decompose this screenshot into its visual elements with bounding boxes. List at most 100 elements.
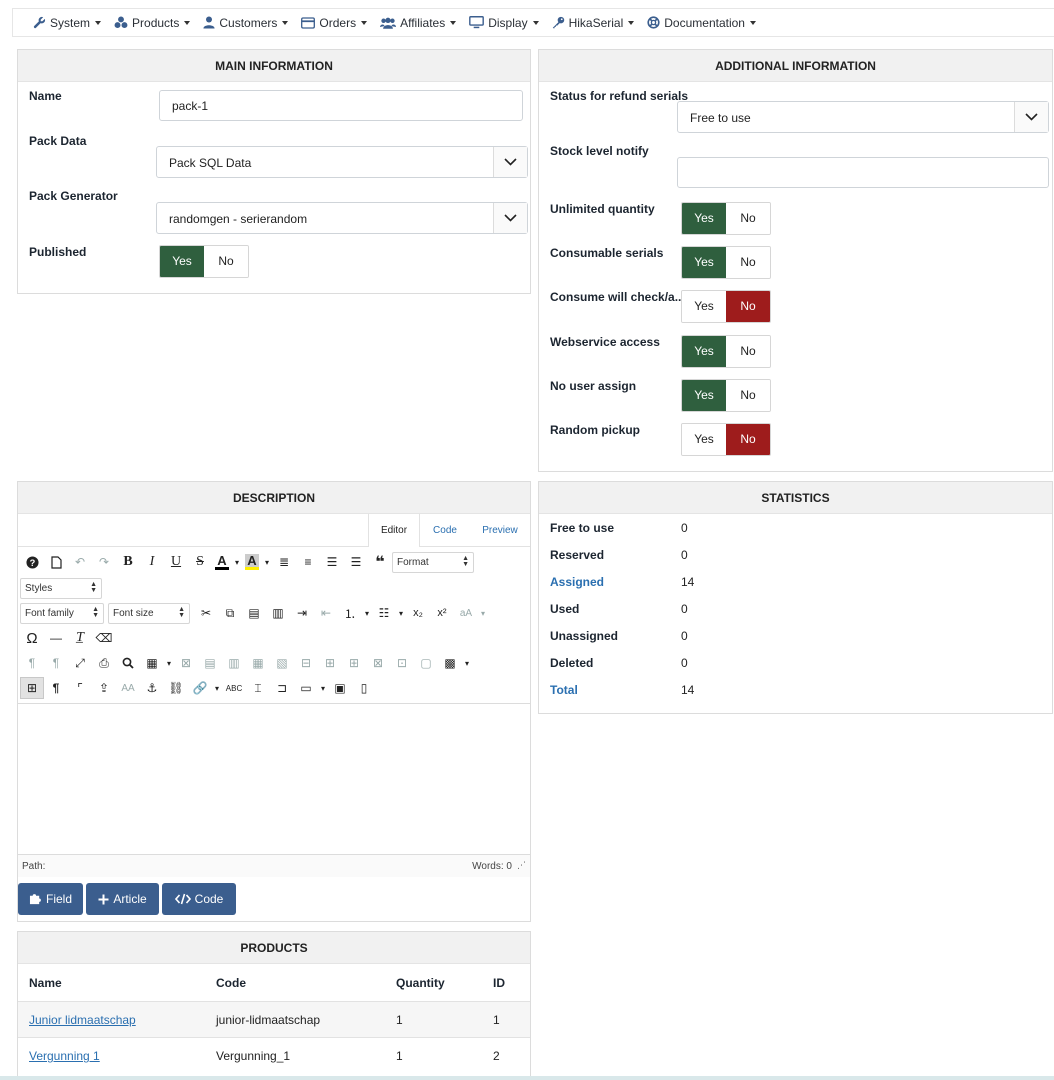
- new-document-icon[interactable]: [44, 551, 68, 573]
- caret-down-icon[interactable]: ▾: [262, 551, 272, 573]
- visual-aid-icon[interactable]: ⊞: [20, 677, 44, 699]
- underline-icon[interactable]: U: [164, 551, 188, 573]
- styles-select[interactable]: Styles ▲ ▼: [20, 577, 102, 599]
- table-delete-row-icon[interactable]: ⊠: [366, 652, 390, 674]
- no-user-assign-toggle[interactable]: Yes No: [681, 379, 771, 412]
- align-center-icon[interactable]: ≡: [296, 551, 320, 573]
- consumable-serials-yes[interactable]: Yes: [682, 247, 726, 278]
- paste-icon[interactable]: ▤: [242, 602, 266, 624]
- caret-down-icon[interactable]: ▾: [478, 602, 488, 624]
- table-split-icon[interactable]: ▧: [270, 652, 294, 674]
- rtl-icon[interactable]: ¶: [44, 652, 68, 674]
- stat-total-link[interactable]: Total: [550, 683, 578, 697]
- clear-formatting-icon[interactable]: T̲: [68, 627, 92, 649]
- superscript-icon[interactable]: x²: [430, 602, 454, 624]
- caret-down-icon[interactable]: ▾: [396, 602, 406, 624]
- consume-check-no[interactable]: No: [726, 291, 770, 322]
- show-blocks-icon[interactable]: ¶: [44, 677, 68, 699]
- indent-icon[interactable]: ⇥: [290, 602, 314, 624]
- unlimited-quantity-no[interactable]: No: [726, 203, 770, 234]
- template-icon[interactable]: ▩: [438, 652, 462, 674]
- font-scale-icon[interactable]: aA: [454, 602, 478, 624]
- tab-code[interactable]: Code: [422, 514, 468, 547]
- pack-data-select[interactable]: Pack SQL Data: [156, 146, 528, 178]
- caret-down-icon[interactable]: ▾: [318, 677, 328, 699]
- refund-status-select[interactable]: Free to use: [677, 101, 1049, 133]
- nav-orders[interactable]: Orders: [301, 16, 368, 30]
- pack-generator-select[interactable]: randomgen - serierandom: [156, 202, 528, 234]
- outdent-icon[interactable]: ⇤: [314, 602, 338, 624]
- webservice-access-toggle[interactable]: Yes No: [681, 335, 771, 368]
- resize-handle-icon[interactable]: ⋰: [517, 860, 526, 871]
- nav-hikaserial[interactable]: HikaSerial: [552, 16, 635, 30]
- consume-check-toggle[interactable]: Yes No: [681, 290, 771, 323]
- nav-affiliates[interactable]: Affiliates: [380, 16, 457, 30]
- bold-icon[interactable]: B: [116, 551, 140, 573]
- ltr-icon[interactable]: ¶: [20, 652, 44, 674]
- random-pickup-no[interactable]: No: [726, 424, 770, 455]
- nav-documentation[interactable]: Documentation: [647, 16, 756, 30]
- unlimited-quantity-toggle[interactable]: Yes No: [681, 202, 771, 235]
- upload-icon[interactable]: ⇪: [92, 677, 116, 699]
- omega-icon[interactable]: Ω: [20, 627, 44, 649]
- strikethrough-icon[interactable]: S: [188, 551, 212, 573]
- caret-down-icon[interactable]: ▾: [164, 652, 174, 674]
- pagebreak-icon[interactable]: ⊐: [270, 677, 294, 699]
- fullscreen-icon[interactable]: ⤢: [68, 652, 92, 674]
- unlimited-quantity-yes[interactable]: Yes: [682, 203, 726, 234]
- numbered-list-icon[interactable]: ⒈: [338, 602, 362, 624]
- webservice-access-yes[interactable]: Yes: [682, 336, 726, 367]
- caret-down-icon[interactable]: ▾: [462, 652, 472, 674]
- stock-level-input[interactable]: [677, 157, 1049, 188]
- consumable-serials-toggle[interactable]: Yes No: [681, 246, 771, 279]
- stat-assigned-link[interactable]: Assigned: [550, 575, 604, 589]
- tab-preview[interactable]: Preview: [474, 514, 526, 547]
- nav-display[interactable]: Display: [469, 16, 539, 30]
- anchor-icon[interactable]: ⚓: [140, 677, 164, 699]
- bullet-list-icon[interactable]: ☷: [372, 602, 396, 624]
- undo-icon[interactable]: ↶: [68, 551, 92, 573]
- horizontal-rule-icon[interactable]: —: [44, 627, 68, 649]
- table-delete-col-icon[interactable]: ⊡: [390, 652, 414, 674]
- image-icon[interactable]: ▣: [328, 677, 352, 699]
- random-pickup-toggle[interactable]: Yes No: [681, 423, 771, 456]
- insert-article-button[interactable]: Article: [86, 883, 159, 915]
- table-row-props-icon[interactable]: ▤: [198, 652, 222, 674]
- link-icon[interactable]: 🔗: [188, 677, 212, 699]
- table-icon[interactable]: ▦: [140, 652, 164, 674]
- caret-down-icon[interactable]: ▾: [232, 551, 242, 573]
- table-props-icon[interactable]: ▢: [414, 652, 438, 674]
- nav-system[interactable]: System: [33, 16, 102, 30]
- spellcheck-icon[interactable]: AA: [116, 677, 140, 699]
- eraser-icon[interactable]: ⌫: [92, 627, 116, 649]
- no-user-assign-yes[interactable]: Yes: [682, 380, 726, 411]
- product-name-link[interactable]: Junior lidmaatschap: [29, 1013, 136, 1027]
- copy-icon[interactable]: ⧉: [218, 602, 242, 624]
- print-icon[interactable]: ⎙: [92, 652, 116, 674]
- nav-products[interactable]: Products: [114, 16, 191, 30]
- abbr-icon[interactable]: ABC: [222, 677, 246, 699]
- editor-content-area[interactable]: [18, 704, 530, 854]
- caret-down-icon[interactable]: ▾: [212, 677, 222, 699]
- table-merge-icon[interactable]: ▦: [246, 652, 270, 674]
- document-icon[interactable]: ▯: [352, 677, 376, 699]
- font-family-select[interactable]: Font family ▲ ▼: [20, 602, 104, 624]
- consumable-serials-no[interactable]: No: [726, 247, 770, 278]
- anchor-box-icon[interactable]: ⌜: [68, 677, 92, 699]
- webservice-access-no[interactable]: No: [726, 336, 770, 367]
- nav-customers[interactable]: Customers: [203, 16, 289, 30]
- insert-field-button[interactable]: Field: [18, 883, 83, 915]
- consume-check-yes[interactable]: Yes: [682, 291, 726, 322]
- table-insert-row-icon[interactable]: ⊟: [294, 652, 318, 674]
- redo-icon[interactable]: ↷: [92, 551, 116, 573]
- text-color-icon[interactable]: A: [212, 551, 232, 573]
- table-delete-icon[interactable]: ⊠: [174, 652, 198, 674]
- insert-code-button[interactable]: Code: [162, 883, 236, 915]
- table-insert-col-after-icon[interactable]: ⊞: [342, 652, 366, 674]
- italic-icon[interactable]: I: [140, 551, 164, 573]
- product-name-link[interactable]: Vergunning 1: [29, 1049, 100, 1063]
- search-icon[interactable]: [116, 652, 140, 674]
- nonbreaking-icon[interactable]: ⌶: [246, 677, 270, 699]
- blockquote-icon[interactable]: ❝: [368, 551, 392, 573]
- align-justify-icon[interactable]: ≣: [272, 551, 296, 573]
